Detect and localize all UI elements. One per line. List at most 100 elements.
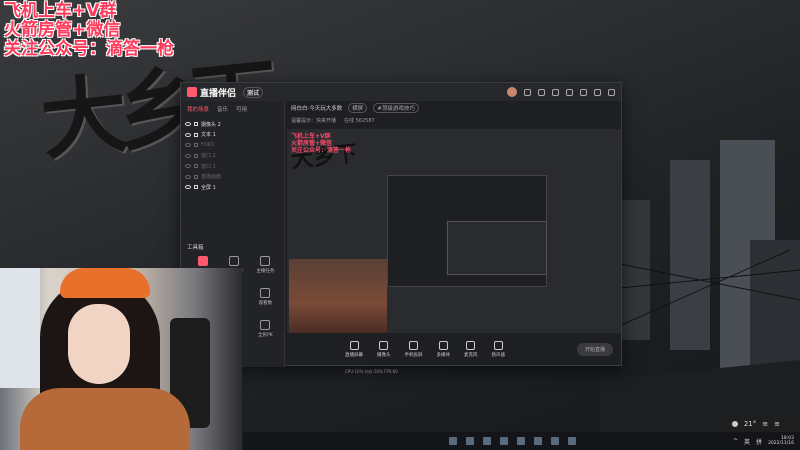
app-icon[interactable] [568,437,576,445]
eye-icon[interactable] [185,174,191,179]
weather-widget[interactable]: 21° ≡ ≡ [725,418,786,430]
overlay-line-3: 关注公众号：滴答一枪 [4,39,174,59]
speaker-button[interactable]: 扬声器 [492,340,505,358]
start-menu-icon[interactable] [449,437,457,445]
pk-icon [260,320,271,330]
ime-language[interactable]: 英 [744,437,750,446]
status-bar: CPU:10% 内存:30% FPS:60 [345,369,398,374]
close-icon[interactable] [608,88,615,96]
bottom-toolbar: 直播屏幕 摄像头 手机投屏 多媒体 麦克风 扬声器 开始直播 [285,331,621,367]
mic-button[interactable]: 麦克风 [464,340,478,358]
user-icon [228,256,239,266]
orientation-pill[interactable]: 横屏 [348,103,368,113]
camera-icon [379,340,389,350]
lock-icon[interactable] [194,132,198,137]
app-icon[interactable] [483,437,491,445]
eye-icon[interactable] [185,153,191,158]
weather-label: ≡ [774,420,780,428]
lock-icon[interactable] [194,153,198,158]
preview-overlay-text: 飞机上车+V群 火箭房管+微信 关注公众号：滴答一枪 [291,133,351,154]
scene-label: 直播画面 [201,174,222,181]
scene-list: 摄像头 2 文本 1 FOK1 窗口 2 窗口 1 直播画面 全屏 1 [181,117,284,195]
scene-label: 摄像头 2 [201,121,221,128]
maximize-icon[interactable] [594,88,601,96]
clock-date: 2022/11/16 [768,441,794,446]
camera-source-inset [289,259,387,333]
lock-icon[interactable] [194,122,198,127]
scene-item[interactable]: 摄像头 2 [185,119,280,130]
screen-capture-button[interactable]: 直播屏幕 [345,340,363,358]
stat-online: 在线 562587 [344,117,375,124]
scene-label: FOK1 [201,142,215,149]
phone-cast-button[interactable]: 手机投屏 [404,340,423,358]
settings-icon[interactable] [552,88,559,96]
webcam-person-hat [60,268,150,298]
city-background-art [600,140,800,450]
scene-item[interactable]: 文本 1 [185,130,280,141]
start-live-button[interactable]: 开始直播 [576,342,613,356]
tab-music[interactable]: 音乐 [217,105,228,113]
nested-window-preview-inner [447,221,547,275]
speaker-icon [493,340,503,350]
desktop: 大乡下 飞机上车+V群 火箭房管+微信 关注公众号：滴答一枪 直播伴侣 测试 我… [0,0,800,450]
tool-streamer-task[interactable]: 主播任务 [250,256,281,274]
search-icon[interactable] [466,437,474,445]
live-companion-window: 直播伴侣 测试 我的场景 音乐 可用 摄像头 2 文本 1 FOK1 窗口 2 … [180,82,622,374]
lock-icon[interactable] [194,185,198,190]
monitor-icon [349,340,359,350]
stream-preview[interactable]: 大乡下 飞机上车+V群 火箭房管+微信 关注公众号：滴答一枪 [287,129,621,333]
headset-icon[interactable] [524,88,531,96]
bottom-tool-label: 摄像头 [377,352,391,358]
eye-icon[interactable] [185,122,191,127]
eye-icon[interactable] [185,164,191,169]
app-icon[interactable] [534,437,542,445]
preview-overlay-line: 火箭房管+微信 [291,140,333,147]
scene-item[interactable]: FOK1 [185,140,280,151]
eye-icon[interactable] [185,132,191,137]
webcam-person-face [68,304,130,384]
camera-button[interactable]: 摄像头 [377,340,391,358]
system-tray: ^ 英 拼 18:03 2022/11/16 [733,436,800,446]
weather-temp: 21° [743,420,757,428]
app-titlebar: 直播伴侣 测试 [181,83,621,101]
tool-view-count[interactable]: 观看数 [250,288,281,306]
bottom-tool-label: 手机投屏 [404,352,423,358]
eye-icon[interactable] [185,185,191,190]
menu-icon[interactable] [566,88,573,96]
media-button[interactable]: 多媒体 [436,340,451,358]
clock[interactable]: 18:03 2022/11/16 [768,436,794,446]
scene-label: 全屏 1 [201,184,216,191]
minimize-icon[interactable] [580,88,587,96]
lock-icon[interactable] [194,164,198,169]
lock-icon[interactable] [194,174,198,179]
overlay-line-1: 飞机上车+V群 [4,1,117,21]
app-icon[interactable] [551,437,559,445]
media-icon [438,340,448,350]
chevron-up-icon[interactable]: ^ [733,438,738,445]
scene-item[interactable]: 窗口 2 [185,151,280,162]
user-avatar[interactable] [507,87,517,97]
room-tag[interactable]: #顶级游戏技巧 [373,103,419,113]
mail-icon[interactable] [538,88,545,96]
tool-label: 主播任务 [256,269,275,274]
room-header: 网白白·今天玩大多数 横屏 #顶级游戏技巧 [285,101,621,115]
bottom-tool-label: 多媒体 [436,352,451,358]
ime-mode[interactable]: 拼 [756,437,762,446]
scene-item[interactable]: 窗口 1 [185,161,280,172]
app-icon[interactable] [500,437,508,445]
tab-scenes[interactable]: 我的场景 [187,105,209,113]
eye-icon[interactable] [185,143,191,148]
tool-pk[interactable]: 全民PK [250,320,281,338]
scene-item[interactable]: 全屏 1 [185,182,280,193]
weather-icon [731,421,738,427]
task-icon [260,256,271,266]
version-badge: 测试 [243,86,264,98]
tab-available[interactable]: 可用 [236,105,247,113]
app-icon[interactable] [517,437,525,445]
lock-icon[interactable] [194,143,198,148]
scene-item[interactable]: 直播画面 [185,172,280,183]
app-logo-icon [187,87,197,97]
room-title[interactable]: 网白白·今天玩大多数 [291,104,342,112]
weather-label: ≡ [762,420,769,428]
room-stats: 温馨提示：快来开播 在线 562587 [285,115,621,125]
